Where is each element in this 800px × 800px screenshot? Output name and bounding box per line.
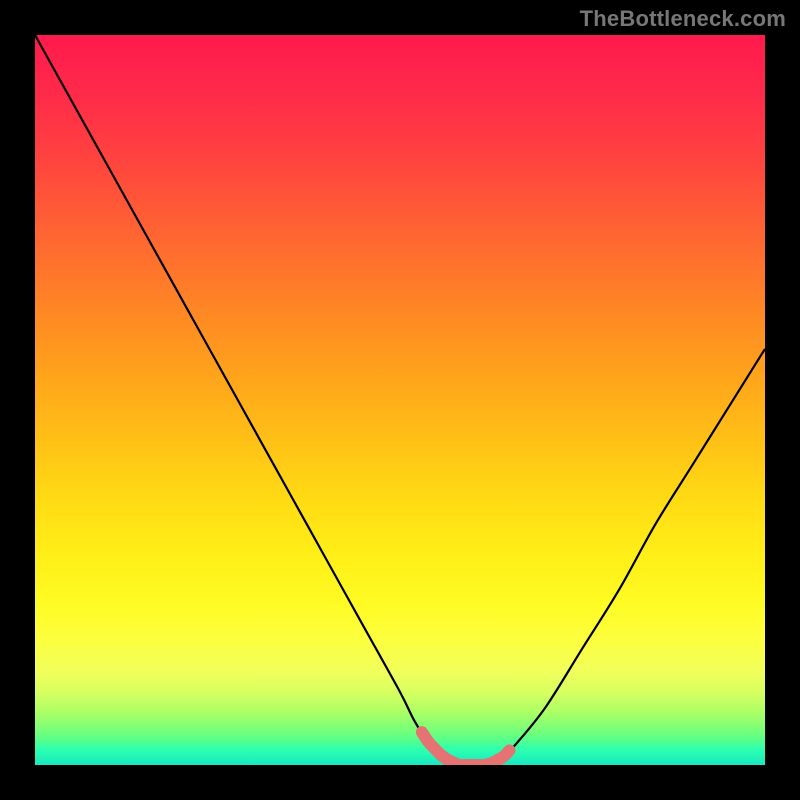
chart-container: TheBottleneck.com: [0, 0, 800, 800]
bottleneck-curve: [35, 35, 765, 765]
curve-highlight: [422, 732, 510, 765]
curve-path: [35, 35, 765, 765]
attribution-text: TheBottleneck.com: [580, 6, 786, 32]
plot-area: [35, 35, 765, 765]
